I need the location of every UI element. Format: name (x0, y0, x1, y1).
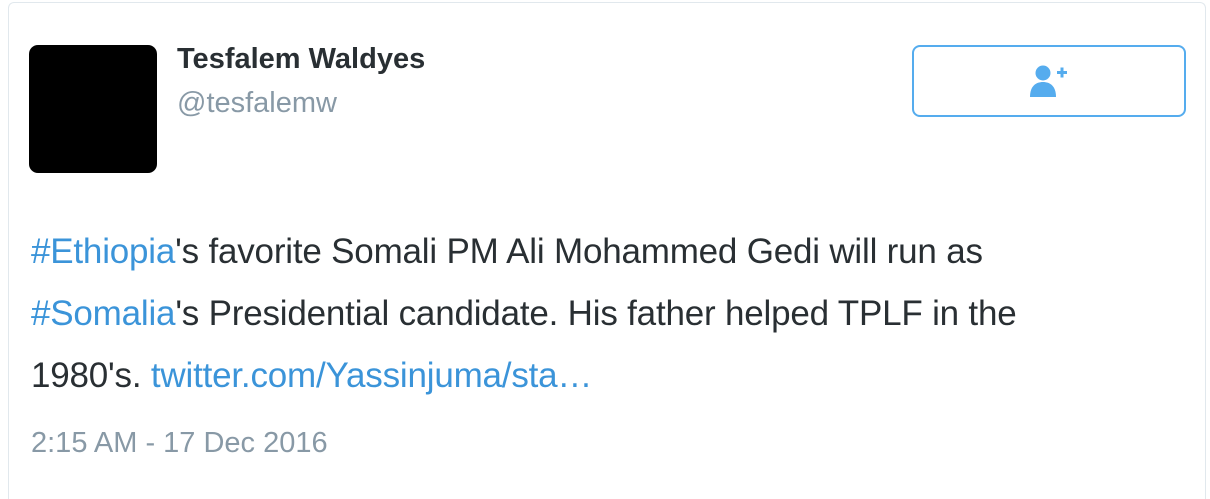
tweet-text-segment: 's favorite Somali PM Ali Mohammed Gedi … (175, 232, 983, 271)
hashtag-link[interactable]: #Ethiopia (31, 232, 175, 271)
tweet-line: #Somalia's Presidential candidate. His f… (31, 283, 1201, 345)
tweet-card: Tesfalem Waldyes @tesfalemw #Ethiopia's … (8, 2, 1206, 499)
tweet-line: #Ethiopia's favorite Somali PM Ali Moham… (31, 221, 1201, 283)
hashtag-link[interactable]: #Somalia (31, 294, 176, 333)
tweet-text-segment: 1980's. (31, 356, 151, 395)
tweet-text: #Ethiopia's favorite Somali PM Ali Moham… (31, 221, 1201, 407)
tweet-line: 1980's. twitter.com/Yassinjuma/sta… (31, 345, 1201, 407)
url-link[interactable]: twitter.com/Yassinjuma/sta… (151, 356, 593, 395)
tweet-timestamp[interactable]: 2:15 AM - 17 Dec 2016 (31, 427, 328, 460)
follow-person-plus-icon (1029, 64, 1069, 98)
tweet-text-segment: 's Presidential candidate. His father he… (175, 294, 1017, 333)
avatar[interactable] (29, 45, 157, 173)
follow-button[interactable] (912, 45, 1186, 117)
author-name[interactable]: Tesfalem Waldyes (177, 43, 425, 76)
author-handle[interactable]: @tesfalemw (177, 87, 337, 120)
